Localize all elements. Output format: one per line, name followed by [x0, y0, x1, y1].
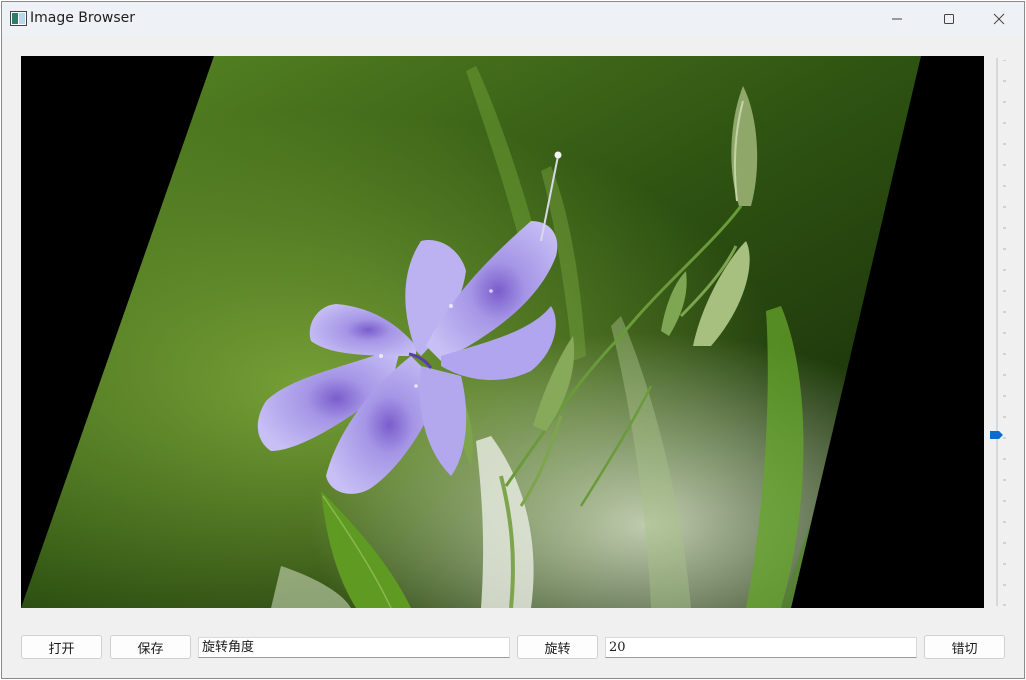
- title-bar[interactable]: Image Browser: [2, 2, 1024, 35]
- shear-value-field[interactable]: 20: [605, 637, 917, 658]
- zoom-slider-track[interactable]: [996, 58, 998, 606]
- minimize-icon: [892, 18, 902, 19]
- rotate-button[interactable]: 旋转: [517, 635, 598, 659]
- flower-photo: [21, 56, 984, 608]
- open-button[interactable]: 打开: [21, 635, 102, 659]
- image-viewer[interactable]: [21, 56, 984, 608]
- maximize-icon: [944, 13, 954, 24]
- rotation-angle-field[interactable]: 旋转角度: [198, 637, 510, 658]
- save-button[interactable]: 保存: [110, 635, 191, 659]
- window-title: Image Browser: [30, 10, 136, 26]
- slider-handle[interactable]: [990, 430, 1004, 440]
- minimize-button[interactable]: [874, 2, 920, 35]
- image-browser-window: Image Browser 打开 保存 旋转角度 旋转 20 错切: [1, 1, 1025, 679]
- slider-ticks: [1003, 60, 1006, 606]
- shear-button[interactable]: 错切: [924, 635, 1005, 659]
- close-icon: [993, 13, 1005, 24]
- app-icon: [10, 11, 27, 26]
- close-button[interactable]: [976, 2, 1022, 35]
- maximize-button[interactable]: [926, 2, 972, 35]
